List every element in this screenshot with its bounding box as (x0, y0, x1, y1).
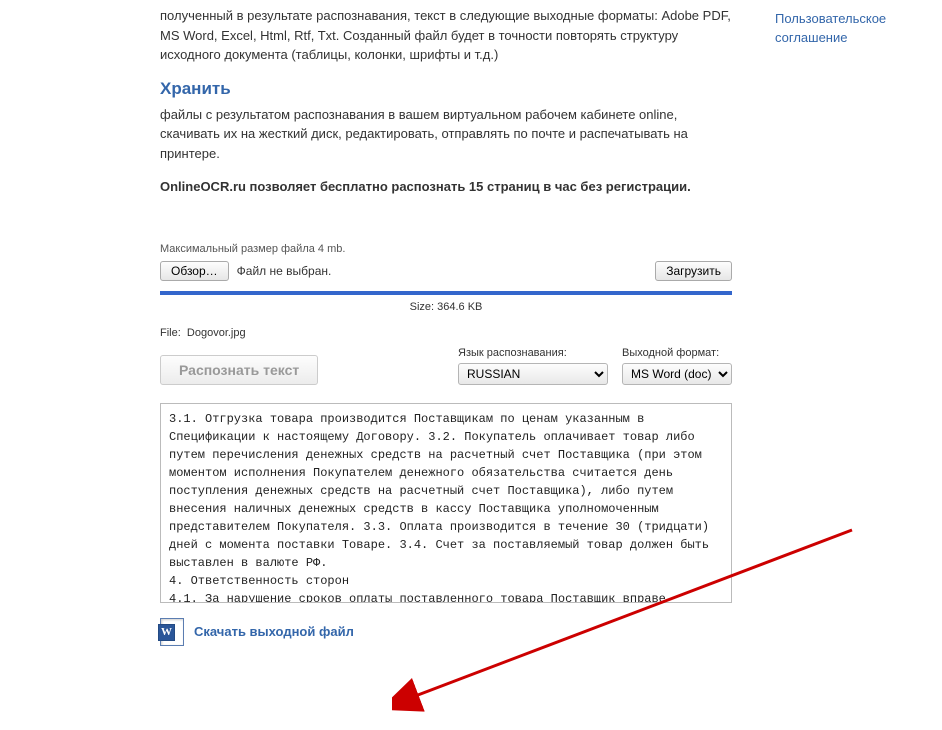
word-badge-letter: W (158, 624, 175, 641)
uploaded-file-name: Dogovor.jpg (187, 327, 246, 339)
upload-progress-bar (160, 291, 732, 295)
word-file-icon: W (160, 618, 184, 646)
ocr-result-textarea[interactable] (160, 403, 732, 603)
uploaded-size-label: Size: 364.6 KB (160, 301, 732, 313)
language-select-label: Язык распознавания: (458, 347, 608, 359)
download-output-link[interactable]: W Cкачать выходной файл (160, 618, 354, 646)
max-file-size-hint: Максимальный размер файла 4 mb. (160, 243, 732, 255)
store-paragraph: файлы с результатом распознавания в ваше… (160, 105, 732, 164)
promo-paragraph: OnlineOCR.ru позволяет бесплатно распозн… (160, 177, 732, 197)
upload-button[interactable]: Загрузить (655, 261, 732, 281)
convert-formats-paragraph: полученный в результате распознавания, т… (160, 6, 732, 65)
user-agreement-link[interactable]: Пользовательское соглашение (775, 11, 886, 45)
browse-button[interactable]: Обзор… (160, 261, 229, 281)
file-info-line: File: Dogovor.jpg (160, 327, 732, 339)
language-select[interactable]: RUSSIAN (458, 363, 608, 385)
format-select[interactable]: MS Word (doc) (622, 363, 732, 385)
store-heading: Хранить (160, 79, 732, 99)
recognize-button[interactable]: Распознать текст (160, 355, 318, 385)
file-prefix-label: File: (160, 327, 181, 339)
format-select-label: Выходной формат: (622, 347, 732, 359)
selected-file-label: Файл не выбран. (237, 264, 332, 278)
download-output-label: Cкачать выходной файл (194, 624, 354, 639)
